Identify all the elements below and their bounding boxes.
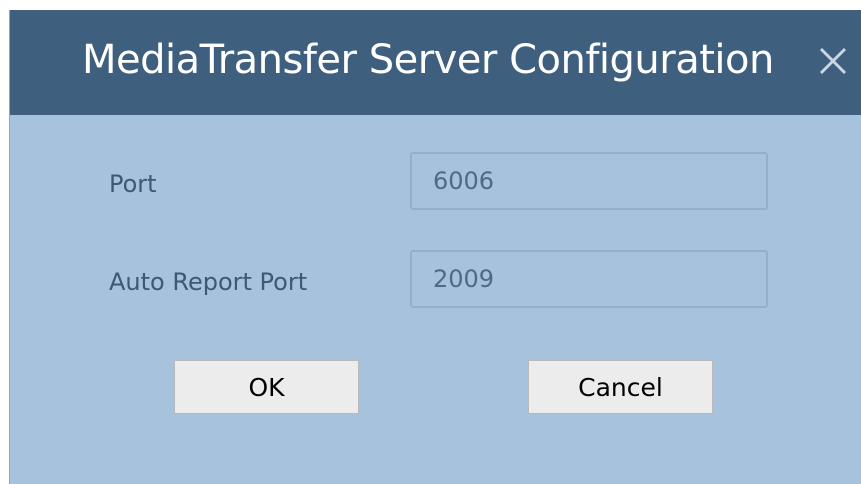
auto-report-port-input[interactable] [410,250,768,308]
config-dialog: MediaTransfer Server Configuration Port … [9,10,861,484]
ok-button[interactable]: OK [174,360,359,414]
port-label: Port [109,170,157,198]
port-input[interactable] [410,152,768,210]
close-button[interactable] [810,38,856,84]
dialog-titlebar[interactable]: MediaTransfer Server Configuration [10,10,861,115]
auto-report-port-label: Auto Report Port [109,268,308,296]
cancel-button[interactable]: Cancel [528,360,713,414]
dialog-title: MediaTransfer Server Configuration [82,37,774,83]
close-icon [818,46,848,76]
